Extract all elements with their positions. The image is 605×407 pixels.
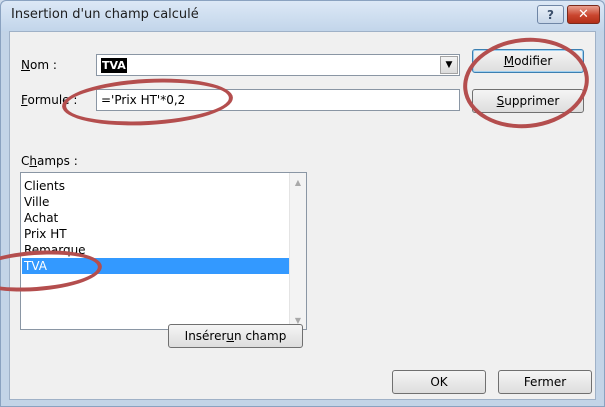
insert-label-pre: Insérer <box>184 329 227 343</box>
help-icon: ? <box>547 7 554 22</box>
cancel-label: Fermer <box>523 375 567 389</box>
fields-label-post: amps : <box>37 154 78 168</box>
close-window-button[interactable]: ✕ <box>567 5 600 24</box>
list-item[interactable]: Clients <box>22 178 289 194</box>
close-icon: ✕ <box>578 7 589 22</box>
cancel-button[interactable]: Fermer <box>498 370 592 394</box>
name-label-text: om : <box>29 58 57 72</box>
modify-button[interactable]: Modifier <box>472 49 584 73</box>
list-item[interactable]: Ville <box>22 194 289 210</box>
dialog-window: Insertion d'un champ calculé ? ✕ Nom : T… <box>0 0 605 407</box>
ok-label: OK <box>430 375 448 389</box>
dialog-title: Insertion d'un champ calculé <box>11 7 199 22</box>
fields-label-accesskey: h <box>29 154 37 168</box>
ok-button[interactable]: OK <box>392 370 486 394</box>
list-item[interactable]: Remarque <box>22 242 289 258</box>
name-label-accesskey: N <box>21 58 30 72</box>
combobox-dropdown-button[interactable]: ▼ <box>440 56 458 74</box>
fields-listbox[interactable]: Clients Ville Achat Prix HT Remarque TVA… <box>20 172 307 330</box>
name-label: Nom : <box>21 58 57 72</box>
title-bar[interactable]: Insertion d'un champ calculé ? ✕ <box>1 1 604 31</box>
name-combobox[interactable]: TVA ▼ <box>96 54 460 76</box>
delete-label: upprimer <box>504 94 560 108</box>
list-item[interactable]: Achat <box>22 210 289 226</box>
fields-label: Champs : <box>21 154 78 168</box>
list-item[interactable]: Prix HT <box>22 226 289 242</box>
insert-field-button[interactable]: Insérer un champ <box>168 324 303 348</box>
insert-accesskey: u <box>226 329 235 343</box>
formula-label: Formule : <box>21 93 77 107</box>
modify-accesskey: M <box>503 54 515 68</box>
list-item-selected[interactable]: TVA <box>22 258 289 274</box>
dialog-body: Nom : TVA ▼ Formule : ='Prix HT'*0,2 Mod… <box>9 31 596 400</box>
listbox-scrollbar[interactable]: ▲ ▼ <box>289 173 306 329</box>
chevron-down-icon: ▼ <box>445 60 453 70</box>
formula-label-text: ormule : <box>27 93 78 107</box>
delete-button[interactable]: Supprimer <box>472 89 584 113</box>
modify-label: odifier <box>514 54 553 68</box>
formula-input[interactable]: ='Prix HT'*0,2 <box>96 89 460 111</box>
help-button[interactable]: ? <box>537 5 564 24</box>
name-combobox-value: TVA <box>101 58 127 73</box>
scroll-up-arrow-icon[interactable]: ▲ <box>290 174 306 190</box>
delete-accesskey: S <box>496 94 505 108</box>
insert-label-post: n champ <box>234 329 287 343</box>
